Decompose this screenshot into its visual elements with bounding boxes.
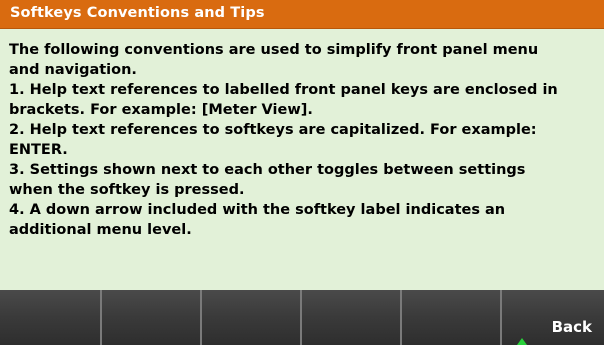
- help-text-line: 3. Settings shown next to each other tog…: [9, 162, 526, 178]
- back-softkey-label: Back: [551, 318, 592, 336]
- softkey-bar: Back: [0, 290, 604, 345]
- softkey-2[interactable]: [102, 290, 202, 345]
- title-bar: Softkeys Conventions and Tips: [0, 0, 604, 29]
- help-content: The following conventions are used to si…: [0, 29, 604, 290]
- help-text: The following conventions are used to si…: [9, 40, 601, 240]
- help-text-line: 1. Help text references to labelled fron…: [9, 82, 558, 98]
- help-text-line: when the softkey is pressed.: [9, 182, 245, 198]
- softkey-5[interactable]: [402, 290, 502, 345]
- help-text-line: 4. A down arrow included with the softke…: [9, 202, 506, 218]
- help-screen: Softkeys Conventions and Tips The follow…: [0, 0, 604, 345]
- help-text-line: ENTER.: [9, 142, 68, 158]
- softkey-4[interactable]: [302, 290, 402, 345]
- page-title: Softkeys Conventions and Tips: [10, 5, 265, 21]
- softkey-1[interactable]: [0, 290, 102, 345]
- help-text-line: additional menu level.: [9, 222, 192, 238]
- help-text-line: and navigation.: [9, 62, 137, 78]
- help-text-line: brackets. For example: [Meter View].: [9, 102, 313, 118]
- help-text-line: 2. Help text references to softkeys are …: [9, 122, 537, 138]
- up-arrow-icon: [517, 338, 527, 345]
- softkey-3[interactable]: [202, 290, 302, 345]
- back-softkey[interactable]: Back: [502, 290, 604, 345]
- help-text-line: The following conventions are used to si…: [9, 42, 539, 58]
